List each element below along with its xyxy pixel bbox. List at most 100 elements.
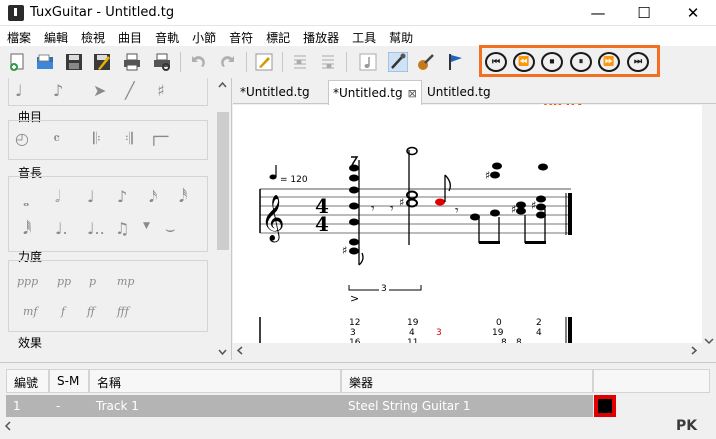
guitar-icon[interactable] <box>416 52 436 72</box>
voice-1-icon[interactable]: ♩ <box>15 81 23 100</box>
time-signature-bottom: 4 <box>315 212 329 236</box>
minimize-button[interactable]: — <box>575 0 621 26</box>
dynamic-fff[interactable]: fff <box>117 305 129 318</box>
svg-text:0: 0 <box>496 318 502 328</box>
svg-text:12: 12 <box>349 318 360 328</box>
menu-file[interactable]: 檔案 <box>0 26 37 46</box>
composition-group: ◴ 𝄴 𝄆 𝄇 ┌─ <box>8 120 208 160</box>
menu-help[interactable]: 幫助 <box>382 26 419 46</box>
select-arrow-icon[interactable]: ➤ <box>93 81 106 100</box>
menu-beat[interactable]: 音符 <box>222 26 259 46</box>
guitar-tools-icon[interactable] <box>388 52 408 72</box>
repeat-open-icon[interactable]: 𝄆 <box>93 129 101 149</box>
sixty-fourth-note-icon[interactable]: 𝅘𝅥𝅱 <box>23 219 31 239</box>
pause-icon[interactable]: ⏸ <box>570 52 592 72</box>
column-number[interactable]: 編號 <box>6 369 49 393</box>
menu-track[interactable]: 音軌 <box>148 26 185 46</box>
svg-text:4: 4 <box>409 328 415 338</box>
selected-note[interactable] <box>435 174 451 206</box>
menu-edit[interactable]: 編輯 <box>37 26 74 46</box>
track-number: 1 <box>13 399 21 413</box>
track-table-scrollbar[interactable] <box>0 418 716 434</box>
svg-text:19: 19 <box>492 328 504 338</box>
time-signature-icon[interactable]: 𝄴 <box>53 129 60 149</box>
save-icon[interactable] <box>64 52 84 72</box>
redo-icon[interactable] <box>218 52 238 72</box>
svg-text:3: 3 <box>436 328 442 338</box>
print-preview-icon[interactable] <box>152 52 172 72</box>
print-icon[interactable] <box>122 52 142 72</box>
track-measure-cell[interactable] <box>594 395 616 417</box>
stop-icon[interactable]: ⏹ <box>541 52 563 72</box>
svg-text:19: 19 <box>407 318 419 328</box>
tab-fret-numbers: 12 3 16 19 4 11 3 0 19 8 2 4 8 <box>349 318 542 343</box>
stem-icon[interactable]: ╱ <box>125 81 135 100</box>
dynamic-mp[interactable]: mp <box>117 275 134 288</box>
undo-icon[interactable] <box>188 52 208 72</box>
tie-icon[interactable]: ⌣ <box>165 219 176 239</box>
score-vertical-scrollbar[interactable] <box>702 105 716 358</box>
dynamic-f[interactable]: f <box>61 305 65 318</box>
track-measure-block <box>598 399 612 413</box>
tab-close-icon[interactable]: ⊠ <box>408 87 417 100</box>
repeat-close-icon[interactable]: 𝄇 <box>125 129 133 149</box>
tool-palette: ♩ ♪ ➤ ╱ ♯ 曲目 ◴ 𝄴 𝄆 𝄇 ┌─ 音長 𝅝 𝅗𝅥 ♩ ♪ 𝅘𝅥𝅯 … <box>0 78 232 360</box>
maximize-button[interactable]: ☐ <box>621 0 667 26</box>
dynamic-ff[interactable]: ff <box>87 305 95 318</box>
whole-note-icon[interactable]: 𝅝 <box>23 191 29 211</box>
thirty-second-note-icon[interactable]: 𝅘𝅥𝅰 <box>179 187 187 207</box>
score-horizontal-scrollbar[interactable] <box>233 343 702 358</box>
half-note-icon[interactable]: 𝅗𝅥 <box>55 187 60 207</box>
toolbar-separator <box>282 52 283 72</box>
dynamic-ppp[interactable]: ppp <box>17 275 38 288</box>
column-name[interactable]: 名稱 <box>89 369 341 393</box>
skip-to-start-icon[interactable]: ⏮ <box>485 52 507 72</box>
dynamic-pp[interactable]: pp <box>57 275 71 288</box>
horizontal-scroll-arrows <box>236 346 698 355</box>
tempo-icon[interactable]: ◴ <box>15 129 29 148</box>
svg-text:♯: ♯ <box>485 169 490 182</box>
skip-to-end-icon[interactable]: ⏭ <box>627 52 649 72</box>
sixteenth-note-icon[interactable]: 𝅘𝅥𝅯 <box>149 187 157 207</box>
new-file-icon[interactable] <box>8 52 28 72</box>
dynamic-mf[interactable]: mf <box>23 305 38 318</box>
fast-forward-icon[interactable]: ⏩ <box>598 52 620 72</box>
column-instrument[interactable]: 樂器 <box>341 369 593 393</box>
close-button[interactable]: ✕ <box>670 0 716 26</box>
track-solo-mute[interactable]: - <box>56 399 60 413</box>
menu-marker[interactable]: 標記 <box>259 26 296 46</box>
marker-flag-icon[interactable] <box>446 52 466 72</box>
edit-pencil-icon[interactable] <box>254 52 274 72</box>
tab-untitled-2[interactable]: *Untitled.tg ⊠ <box>328 80 422 105</box>
svg-text:4: 4 <box>536 328 542 338</box>
rewind-icon[interactable]: ⏪ <box>513 52 535 72</box>
open-file-icon[interactable] <box>35 52 55 72</box>
menu-composition[interactable]: 曲目 <box>111 26 148 46</box>
alternate-ending-icon[interactable]: ┌─ <box>149 127 168 146</box>
tab-untitled-3[interactable]: Untitled.tg <box>423 82 495 104</box>
voice-2-icon[interactable]: ♪ <box>53 81 63 100</box>
tab-untitled-1[interactable]: *Untitled.tg <box>236 82 314 104</box>
score-view-icon[interactable] <box>358 52 378 72</box>
menu-tools[interactable]: 工具 <box>345 26 382 46</box>
palette-scroll-thumb[interactable] <box>217 112 229 250</box>
tuplet-icon[interactable]: ♫ <box>115 219 129 238</box>
score-editor[interactable]: = 120 𝄞 4 4 ♯ 𝄾 𝄾 ♯ 𝄾 ♯ ♯ ♯ 3 > 12 3 16 … <box>233 105 702 343</box>
column-solo-mute[interactable]: S-M <box>49 369 89 393</box>
accidental-icon[interactable]: ♯ <box>157 81 165 100</box>
eighth-note-icon[interactable]: ♪ <box>117 187 127 206</box>
table-row[interactable]: 1 - Track 1 Steel String Guitar 1 <box>6 395 593 417</box>
dotted-note-icon[interactable]: ♩. <box>55 219 68 238</box>
menu-measure[interactable]: 小節 <box>185 26 222 46</box>
save-as-icon[interactable] <box>92 52 112 72</box>
menu-player[interactable]: 播放器 <box>296 26 345 46</box>
voice-down-icon[interactable] <box>318 52 338 72</box>
double-dotted-note-icon[interactable]: ♩.. <box>87 219 105 238</box>
tuplet-dropdown-icon[interactable]: ▼ <box>143 221 150 231</box>
quarter-note-icon[interactable]: ♩ <box>87 187 95 206</box>
menu-view[interactable]: 檢視 <box>74 26 111 46</box>
voice-up-icon[interactable] <box>290 52 310 72</box>
chord-1: ♯ <box>342 156 364 266</box>
palette-scrollbar[interactable] <box>214 78 231 360</box>
dynamic-p[interactable]: p <box>89 275 96 288</box>
